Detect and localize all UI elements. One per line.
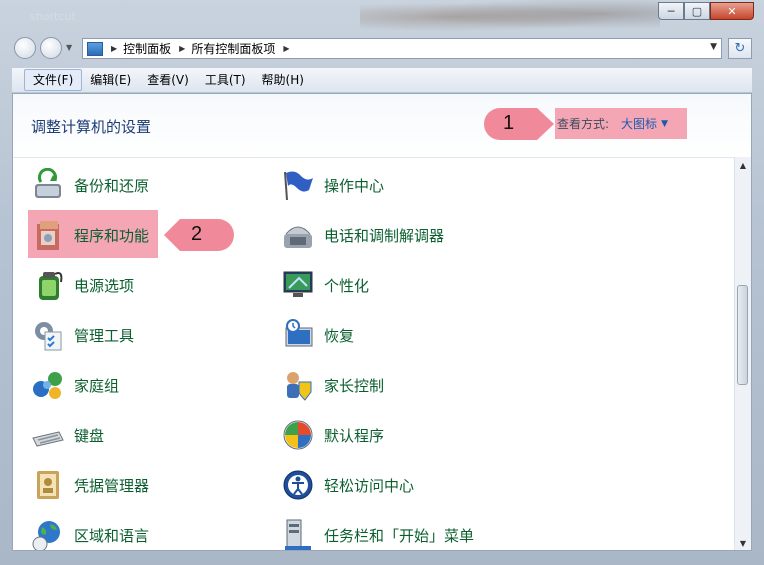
scroll-up-icon[interactable]: ▲	[735, 157, 751, 173]
control-panel-item-homegroup[interactable]: 家庭组	[31, 366, 119, 404]
baidu-watermark-url: jingyan.baidu.com	[620, 534, 722, 547]
vertical-scrollbar[interactable]: ▲ ▼	[734, 157, 751, 550]
back-button[interactable]	[14, 37, 36, 59]
control-panel-item-personalization[interactable]: 个性化	[281, 266, 369, 304]
baidu-watermark: Baidu经验	[585, 506, 717, 534]
item-label: 恢复	[324, 326, 355, 345]
explorer-window: shortcut ─ ▢ ✕ ▼ ▶ 控制面板 ▶ 所有控制面板项 ▶ ▼ ↻ …	[0, 0, 764, 565]
window-title: shortcut	[30, 10, 76, 23]
parental-controls-icon	[281, 368, 315, 402]
item-label: 管理工具	[74, 326, 135, 345]
forward-button[interactable]	[40, 37, 62, 59]
view-mode-value[interactable]: 大图标	[621, 115, 657, 132]
annotation-callout-1: 1	[483, 107, 555, 141]
phone-modem-icon	[281, 218, 315, 252]
minimize-button[interactable]: ─	[658, 2, 684, 20]
menu-tools[interactable]: 工具(T)	[197, 70, 254, 90]
item-label: 凭据管理器	[74, 476, 150, 495]
scrollbar-thumb[interactable]	[737, 285, 748, 385]
item-label: 备份和还原	[74, 176, 150, 195]
control-panel-item-taskbar[interactable]: 任务栏和「开始」菜单	[281, 516, 475, 550]
control-panel-item-keyboard[interactable]: 键盘	[31, 416, 104, 454]
default-programs-icon	[281, 418, 315, 452]
control-panel-item-ease-of-access[interactable]: 轻松访问中心	[281, 466, 414, 504]
recovery-icon	[281, 318, 315, 352]
close-button[interactable]: ✕	[710, 2, 754, 20]
content-header: 调整计算机的设置 1 查看方式: 大图标 ▼	[13, 94, 751, 158]
control-panel-item-power[interactable]: 电源选项	[31, 266, 134, 304]
backup-restore-icon	[31, 167, 65, 202]
control-panel-item-recovery[interactable]: 恢复	[281, 316, 354, 354]
control-panel-item-credentials[interactable]: 凭据管理器	[31, 466, 149, 504]
control-panel-item-programs[interactable]: 程序和功能	[31, 216, 149, 254]
programs-features-icon	[31, 218, 65, 252]
control-panel-item-backup[interactable]: 备份和还原	[31, 166, 149, 204]
item-label: 任务栏和「开始」菜单	[324, 526, 475, 545]
menu-file[interactable]: 文件(F)	[24, 69, 83, 91]
item-label: 电源选项	[74, 276, 135, 295]
breadcrumb-separator-icon[interactable]: ▶	[111, 44, 117, 53]
menu-edit[interactable]: 编辑(E)	[82, 70, 139, 90]
content-pane: 调整计算机的设置 1 查看方式: 大图标 ▼ 2 备份和还原 程序和功能 电源选…	[12, 93, 752, 551]
control-panel-item-action-center[interactable]: 操作中心	[281, 166, 384, 204]
control-panel-item-phone-modem[interactable]: 电话和调制解调器	[281, 216, 444, 254]
address-dropdown-icon[interactable]: ▼	[710, 42, 717, 52]
action-center-flag-icon	[281, 168, 315, 202]
keyboard-icon	[31, 418, 65, 452]
item-label: 轻松访问中心	[324, 476, 415, 495]
maximize-button[interactable]: ▢	[684, 2, 710, 20]
breadcrumb-separator-icon[interactable]: ▶	[179, 44, 185, 53]
view-mode-label: 查看方式:	[557, 117, 610, 131]
item-label: 区域和语言	[74, 526, 150, 545]
credential-manager-icon	[31, 468, 65, 502]
control-panel-item-default-programs[interactable]: 默认程序	[281, 416, 384, 454]
recent-pages-chevron-icon[interactable]: ▼	[66, 43, 72, 52]
address-bar[interactable]: ▶ 控制面板 ▶ 所有控制面板项 ▶ ▼	[82, 38, 722, 59]
annotation-callout-2: 2	[163, 218, 235, 252]
menu-help[interactable]: 帮助(H)	[254, 70, 312, 90]
page-title: 调整计算机的设置	[31, 118, 152, 136]
item-label: 电话和调制解调器	[324, 226, 445, 245]
item-label: 操作中心	[324, 176, 385, 195]
power-options-icon	[31, 268, 65, 302]
view-mode-selector[interactable]: 查看方式: 大图标 ▼	[555, 108, 687, 139]
personalization-icon	[281, 268, 315, 302]
menu-bar: 文件(F) 编辑(E) 查看(V) 工具(T) 帮助(H)	[12, 68, 752, 93]
refresh-button[interactable]: ↻	[728, 38, 752, 59]
scroll-down-icon[interactable]: ▼	[735, 535, 751, 550]
breadcrumb-separator-icon[interactable]: ▶	[283, 44, 289, 53]
admin-tools-icon	[31, 318, 65, 352]
region-language-icon	[31, 518, 65, 550]
taskbar-start-icon	[281, 518, 315, 550]
menu-view[interactable]: 查看(V)	[139, 70, 197, 90]
item-label: 家庭组	[74, 376, 120, 395]
view-mode-dropdown-icon[interactable]: ▼	[661, 119, 668, 129]
control-panel-item-admin-tools[interactable]: 管理工具	[31, 316, 134, 354]
homegroup-icon	[31, 368, 65, 402]
control-panel-item-region[interactable]: 区域和语言	[31, 516, 150, 550]
breadcrumb-all-items[interactable]: 所有控制面板项	[191, 40, 275, 57]
control-panel-item-parental[interactable]: 家长控制	[281, 366, 384, 404]
item-label: 家长控制	[324, 376, 385, 395]
breadcrumb-control-panel[interactable]: 控制面板	[123, 40, 171, 57]
item-label: 程序和功能	[74, 226, 150, 245]
ease-of-access-icon	[281, 468, 315, 502]
item-label: 个性化	[324, 276, 370, 295]
item-label: 键盘	[74, 426, 105, 445]
item-label: 默认程序	[324, 426, 385, 445]
control-panel-icon	[87, 41, 103, 56]
navigation-bar: ▼ ▶ 控制面板 ▶ 所有控制面板项 ▶ ▼ ↻	[12, 36, 752, 62]
window-controls: ─ ▢ ✕	[658, 2, 754, 20]
